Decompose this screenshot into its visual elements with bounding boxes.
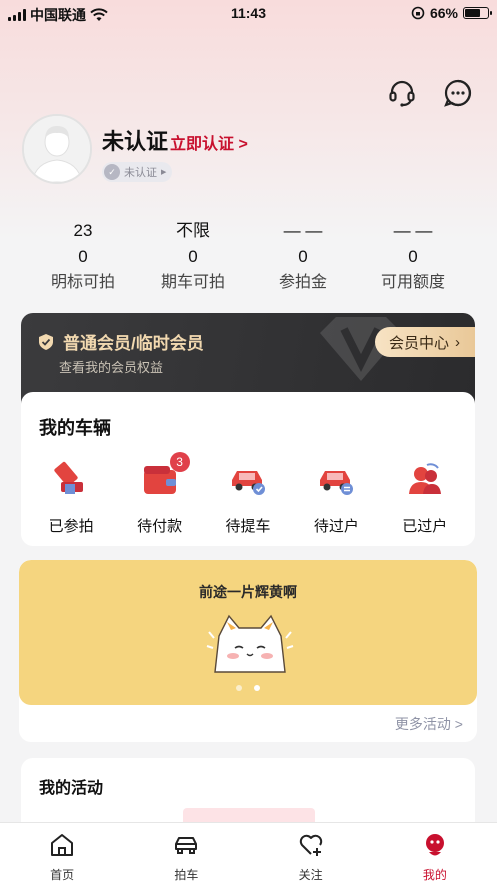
status-right: 66% [411,5,492,21]
stat-bid-limit[interactable]: 23 0 明标可拍 [28,218,138,296]
avatar[interactable] [22,114,92,184]
membership-subtitle: 查看我的会员权益 [59,360,164,375]
stat-value: 0 [78,247,88,266]
vehicle-item-pending-transfer[interactable]: 待过户 [296,460,376,536]
member-center-label: 会员中心 [389,334,450,352]
home-icon [51,834,74,856]
stat-top: 23 [73,221,93,240]
name-row: 未认证 立即认证 > [102,124,248,156]
tab-label: 拍车 [174,868,199,882]
activity-banner[interactable]: 前途一片辉黄啊 [19,560,477,705]
tab-label: 首页 [50,868,75,882]
tab-follow[interactable]: 关注 [249,823,373,883]
vehicle-status-list: 已参拍 3 待付款 待提车 待过户 已过户 [21,452,475,536]
profile-icon [425,834,444,856]
vehicle-item-transferred[interactable]: 已过户 [385,460,465,536]
more-activities-link[interactable]: 更多活动 > [395,714,463,734]
membership-title: 普通会员/临时会员 [63,334,204,353]
chevron-right-icon: › [455,333,461,351]
car-icon [175,837,198,854]
cat-illustration [206,614,294,673]
stat-label: 期车可拍 [160,274,225,291]
profile-section: 未认证 立即认证 > ✓ 未认证 ▶ [22,114,482,186]
tab-auction[interactable]: 拍车 [124,823,248,883]
tab-label: 我的 [422,868,447,882]
car-pickup-icon [231,471,265,495]
header-actions [387,78,473,108]
headset-icon[interactable] [387,78,417,108]
user-name: 未认证 [102,129,169,154]
tab-label: 关注 [298,868,323,882]
tab-home[interactable]: 首页 [0,823,124,883]
vehicle-item-bidded[interactable]: 已参拍 [31,460,111,536]
my-activities-title: 我的活动 [39,780,104,797]
banner-title: 前途一片辉黄啊 [199,584,297,600]
verify-status-text: 未认证 [124,167,157,179]
stats-row: 23 0 明标可拍 不限 0 期车可拍 — — 0 参拍金 — — 0 可用额度 [28,218,468,296]
stat-label: 参拍金 [278,274,327,291]
vehicle-item-pending-pickup[interactable]: 待提车 [208,460,288,536]
triangle-right-icon: ▶ [161,169,167,176]
people-transfer-icon [408,463,441,494]
stat-label: 明标可拍 [50,274,115,291]
vehicle-item-label: 待过户 [313,518,359,535]
carousel-dot[interactable] [236,685,242,691]
stat-value: 0 [408,247,418,266]
stat-top: — — [393,221,433,240]
stat-label: 可用额度 [380,274,445,291]
activity-banner-card: 前途一片辉黄啊 更多活动 > [19,560,477,742]
default-avatar-icon [24,116,90,182]
shield-check-icon: ✓ [104,164,120,180]
gavel-icon [54,461,84,494]
stat-available-credit[interactable]: — — 0 可用额度 [358,218,468,296]
vip-badge-icon [39,334,53,350]
stat-top: — — [283,221,323,240]
rotation-lock-icon [411,6,425,20]
bottom-tab-bar: 首页 拍车 关注 我的 [0,822,497,883]
heart-plus-icon [299,834,322,856]
pending-payment-badge: 3 [169,452,190,472]
stat-top: 不限 [176,221,210,240]
carousel-dot-active[interactable] [254,685,260,691]
car-transfer-icon [320,471,354,495]
verify-status-badge[interactable]: ✓ 未认证 ▶ [102,162,173,182]
vehicle-item-pending-payment[interactable]: 3 待付款 [120,452,200,536]
battery-percent: 66% [429,5,458,21]
my-vehicles-title: 我的车辆 [39,418,111,438]
my-vehicles-card: 我的车辆 已参拍 3 待付款 待提车 待过户 已过户 [21,392,475,546]
vehicle-item-label: 已参拍 [48,518,94,535]
battery-icon [463,7,492,19]
status-bar: 中国联通 11:43 66% [0,0,497,28]
stat-value: 0 [188,247,198,266]
verify-now-link[interactable]: 立即认证 > [170,130,248,154]
stat-period-car[interactable]: 不限 0 期车可拍 [138,218,248,296]
tab-mine[interactable]: 我的 [373,823,497,883]
vehicle-item-label: 待提车 [225,518,271,535]
chat-icon[interactable] [443,78,473,108]
vehicle-item-label: 已过户 [402,518,448,535]
carousel-dots [19,685,477,691]
member-center-button[interactable]: 会员中心 › [375,327,475,357]
stat-deposit[interactable]: — — 0 参拍金 [248,218,358,296]
vehicle-item-label: 待付款 [137,518,183,535]
stat-value: 0 [298,247,308,266]
